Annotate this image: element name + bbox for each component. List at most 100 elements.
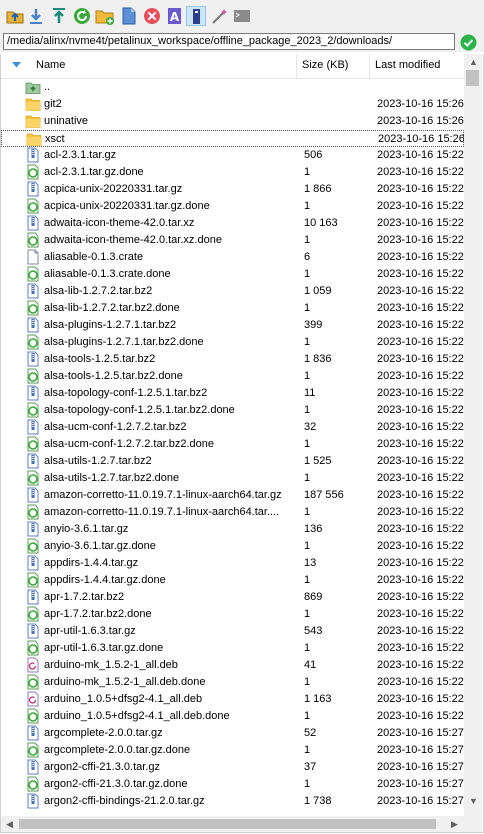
horizontal-scroll-thumb[interactable] [19,819,436,829]
name-column-header[interactable]: Name [1,54,297,78]
file-row[interactable]: acpica-unix-20220331.tar.gz.done 1 2023-10… [1,198,464,215]
file-modified: 2023-10-16 15:22 [377,421,464,433]
file-row[interactable]: alsa-lib-1.2.7.2.tar.bz2 1 059 2023-10-16 … [1,283,464,300]
file-modified: 2023-10-16 15:22 [377,353,464,365]
file-row[interactable]: anyio-3.6.1.tar.gz 136 2023-10-16 15:22 [1,521,464,538]
file-row[interactable]: apr-1.7.2.tar.bz2 869 2023-10-16 15:22 [1,589,464,606]
file-modified: 2023-10-16 15:22 [377,149,464,161]
file-row[interactable]: argon2-cffi-bindings-21.2.0.tar.gz 1 738 2… [1,793,464,810]
file-row[interactable]: xsct 2023-10-16 15:26 [1,130,465,147]
path-input[interactable]: /media/alinx/nvme4t/petalinux_workspace/… [3,33,455,50]
file-row[interactable]: alsa-tools-1.2.5.tar.bz2 1 836 2023-10-16 … [1,351,464,368]
file-modified: 2023-10-16 15:22 [377,370,464,382]
file-row[interactable]: acl-2.3.1.tar.gz.done 1 2023-10-16 15:22 [1,164,464,181]
scroll-up-arrow-icon[interactable]: ▲ [469,57,478,67]
file-name: appdirs-1.4.4.tar.gz.done [44,574,166,586]
file-name: acl-2.3.1.tar.gz.done [44,166,144,178]
vertical-scroll-thumb[interactable] [466,70,479,86]
modified-column-header[interactable]: Last modified [370,54,464,78]
scroll-down-arrow-icon[interactable]: ▼ [469,796,478,806]
file-row[interactable]: arduino-mk_1.5.2-1_all.deb.done 1 2023-10-… [1,674,464,691]
file-row[interactable]: amazon-corretto-11.0.19.7.1-linux-aarch6… [1,504,464,521]
file-name: alsa-plugins-1.2.7.1.tar.bz2 [44,319,177,331]
file-row[interactable]: alsa-utils-1.2.7.tar.bz2 1 525 2023-10-16 … [1,453,464,470]
file-row[interactable]: uninative 2023-10-16 15:26 [1,113,464,130]
file-row[interactable]: arduino_1.0.5+dfsg2-4.1_all.deb 1 163 2023… [1,691,464,708]
size-column-header[interactable]: Size (KB) [297,54,370,78]
new-folder-button[interactable] [95,6,115,26]
file-row[interactable]: alsa-ucm-conf-1.2.7.2.tar.bz2.done 1 2023-… [1,436,464,453]
file-name: arduino-mk_1.5.2-1_all.deb.done [44,676,206,688]
file-row[interactable]: alsa-ucm-conf-1.2.7.2.tar.bz2 32 2023-10-1… [1,419,464,436]
terminal-button[interactable] [232,6,252,26]
archive-icon [25,793,41,809]
parent-dir-button[interactable] [5,6,25,26]
file-row[interactable]: argcomplete-2.0.0.tar.gz 52 2023-10-16 15:… [1,725,464,742]
terminal-icon [234,10,250,22]
vertical-scrollbar[interactable]: ▲ ▼ [464,54,482,816]
file-row[interactable]: alsa-plugins-1.2.7.1.tar.bz2.done 1 2023-1… [1,334,464,351]
file-size: 1 [304,200,311,212]
file-row[interactable]: argon2-cffi-21.3.0.tar.gz.done 1 2023-10-1… [1,776,464,793]
file-name: arduino_1.0.5+dfsg2-4.1_all.deb [44,693,203,705]
file-row[interactable]: anyio-3.6.1.tar.gz.done 1 2023-10-16 15:22 [1,538,464,555]
file-name: argon2-cffi-bindings-21.2.0.tar.gz [44,795,205,807]
download-button[interactable] [26,6,46,26]
properties-icon [193,9,200,24]
horizontal-scrollbar[interactable]: ◀ ▶ [1,816,464,832]
path-go-button[interactable] [460,34,477,51]
file-name: apr-util-1.6.3.tar.gz.done [44,642,164,654]
file-row[interactable]: apr-util-1.6.3.tar.gz.done 1 2023-10-16 15… [1,640,464,657]
archive-icon [25,317,41,333]
file-row[interactable]: git2 2023-10-16 15:26 [1,96,464,113]
file-modified: 2023-10-16 15:22 [377,438,464,450]
file-row[interactable]: .. [1,79,464,96]
file-row[interactable]: argon2-cffi-21.3.0.tar.gz 37 2023-10-16 15… [1,759,464,776]
file-size: 136 [304,523,323,535]
file-row[interactable]: alsa-utils-1.2.7.tar.bz2.done 1 2023-10-16… [1,470,464,487]
file-row[interactable]: appdirs-1.4.4.tar.gz.done 1 2023-10-16 15:… [1,572,464,589]
file-size: 1 [304,608,311,620]
file-row[interactable]: adwaita-icon-theme-42.0.tar.xz.done 1 2023… [1,232,464,249]
file-row[interactable]: amazon-corretto-11.0.19.7.1-linux-aarch6… [1,487,464,504]
file-row[interactable]: alsa-lib-1.2.7.2.tar.bz2.done 1 2023-10-16… [1,300,464,317]
file-modified: 2023-10-16 15:22 [377,710,464,722]
file-row[interactable]: alsa-tools-1.2.5.tar.bz2.done 1 2023-10-16… [1,368,464,385]
file-size: 399 [304,319,323,331]
upload-button[interactable] [49,6,69,26]
file-row[interactable]: aliasable-0.1.3.crate 6 2023-10-16 15:22 [1,249,464,266]
file-row[interactable]: argcomplete-2.0.0.tar.gz.done 1 2023-10-16… [1,742,464,759]
file-name: alsa-ucm-conf-1.2.7.2.tar.bz2 [44,421,187,433]
scroll-left-arrow-icon[interactable]: ◀ [6,819,13,829]
file-list[interactable]: Name Size (KB) Last modified .. git2 2023-… [0,54,484,833]
file-size: 52 [304,727,317,739]
file-row[interactable]: adwaita-icon-theme-42.0.tar.xz 10 163 2023… [1,215,464,232]
archive-icon [25,351,41,367]
delete-button[interactable] [142,6,162,26]
refresh-button[interactable] [72,6,92,26]
file-row[interactable]: alsa-plugins-1.2.7.1.tar.bz2 399 2023-10-1… [1,317,464,334]
file-row[interactable]: alsa-topology-conf-1.2.5.1.tar.bz2 11 2023… [1,385,464,402]
file-row[interactable]: alsa-topology-conf-1.2.5.1.tar.bz2.done 1… [1,402,464,419]
properties-button[interactable] [186,6,206,26]
file-name: argcomplete-2.0.0.tar.gz [44,727,163,739]
file-row[interactable]: appdirs-1.4.4.tar.gz 13 2023-10-16 15:22 [1,555,464,572]
download-arrow-icon [30,9,42,24]
file-row[interactable]: acl-2.3.1.tar.gz 506 2023-10-16 15:22 [1,147,464,164]
file-size: 1 [304,472,311,484]
file-row[interactable]: acpica-unix-20220331.tar.gz 1 866 2023-10-… [1,181,464,198]
scroll-right-arrow-icon[interactable]: ▶ [451,819,458,829]
rename-button[interactable]: A [165,6,185,26]
file-size: 1 [304,574,311,586]
file-modified: 2023-10-16 15:22 [377,472,464,484]
deb-package-icon [25,691,41,707]
new-file-button[interactable] [119,6,139,26]
filter-button[interactable] [209,6,229,26]
file-row[interactable]: arduino-mk_1.5.2-1_all.deb 41 2023-10-16 1… [1,657,464,674]
file-size: 1 [304,778,311,790]
file-row[interactable]: apr-1.7.2.tar.bz2.done 1 2023-10-16 15:22 [1,606,464,623]
file-name: aliasable-0.1.3.crate [44,251,144,263]
file-row[interactable]: aliasable-0.1.3.crate.done 1 2023-10-16 15… [1,266,464,283]
file-row[interactable]: arduino_1.0.5+dfsg2-4.1_all.deb.done 1 202… [1,708,464,725]
file-row[interactable]: apr-util-1.6.3.tar.gz 543 2023-10-16 15:22 [1,623,464,640]
